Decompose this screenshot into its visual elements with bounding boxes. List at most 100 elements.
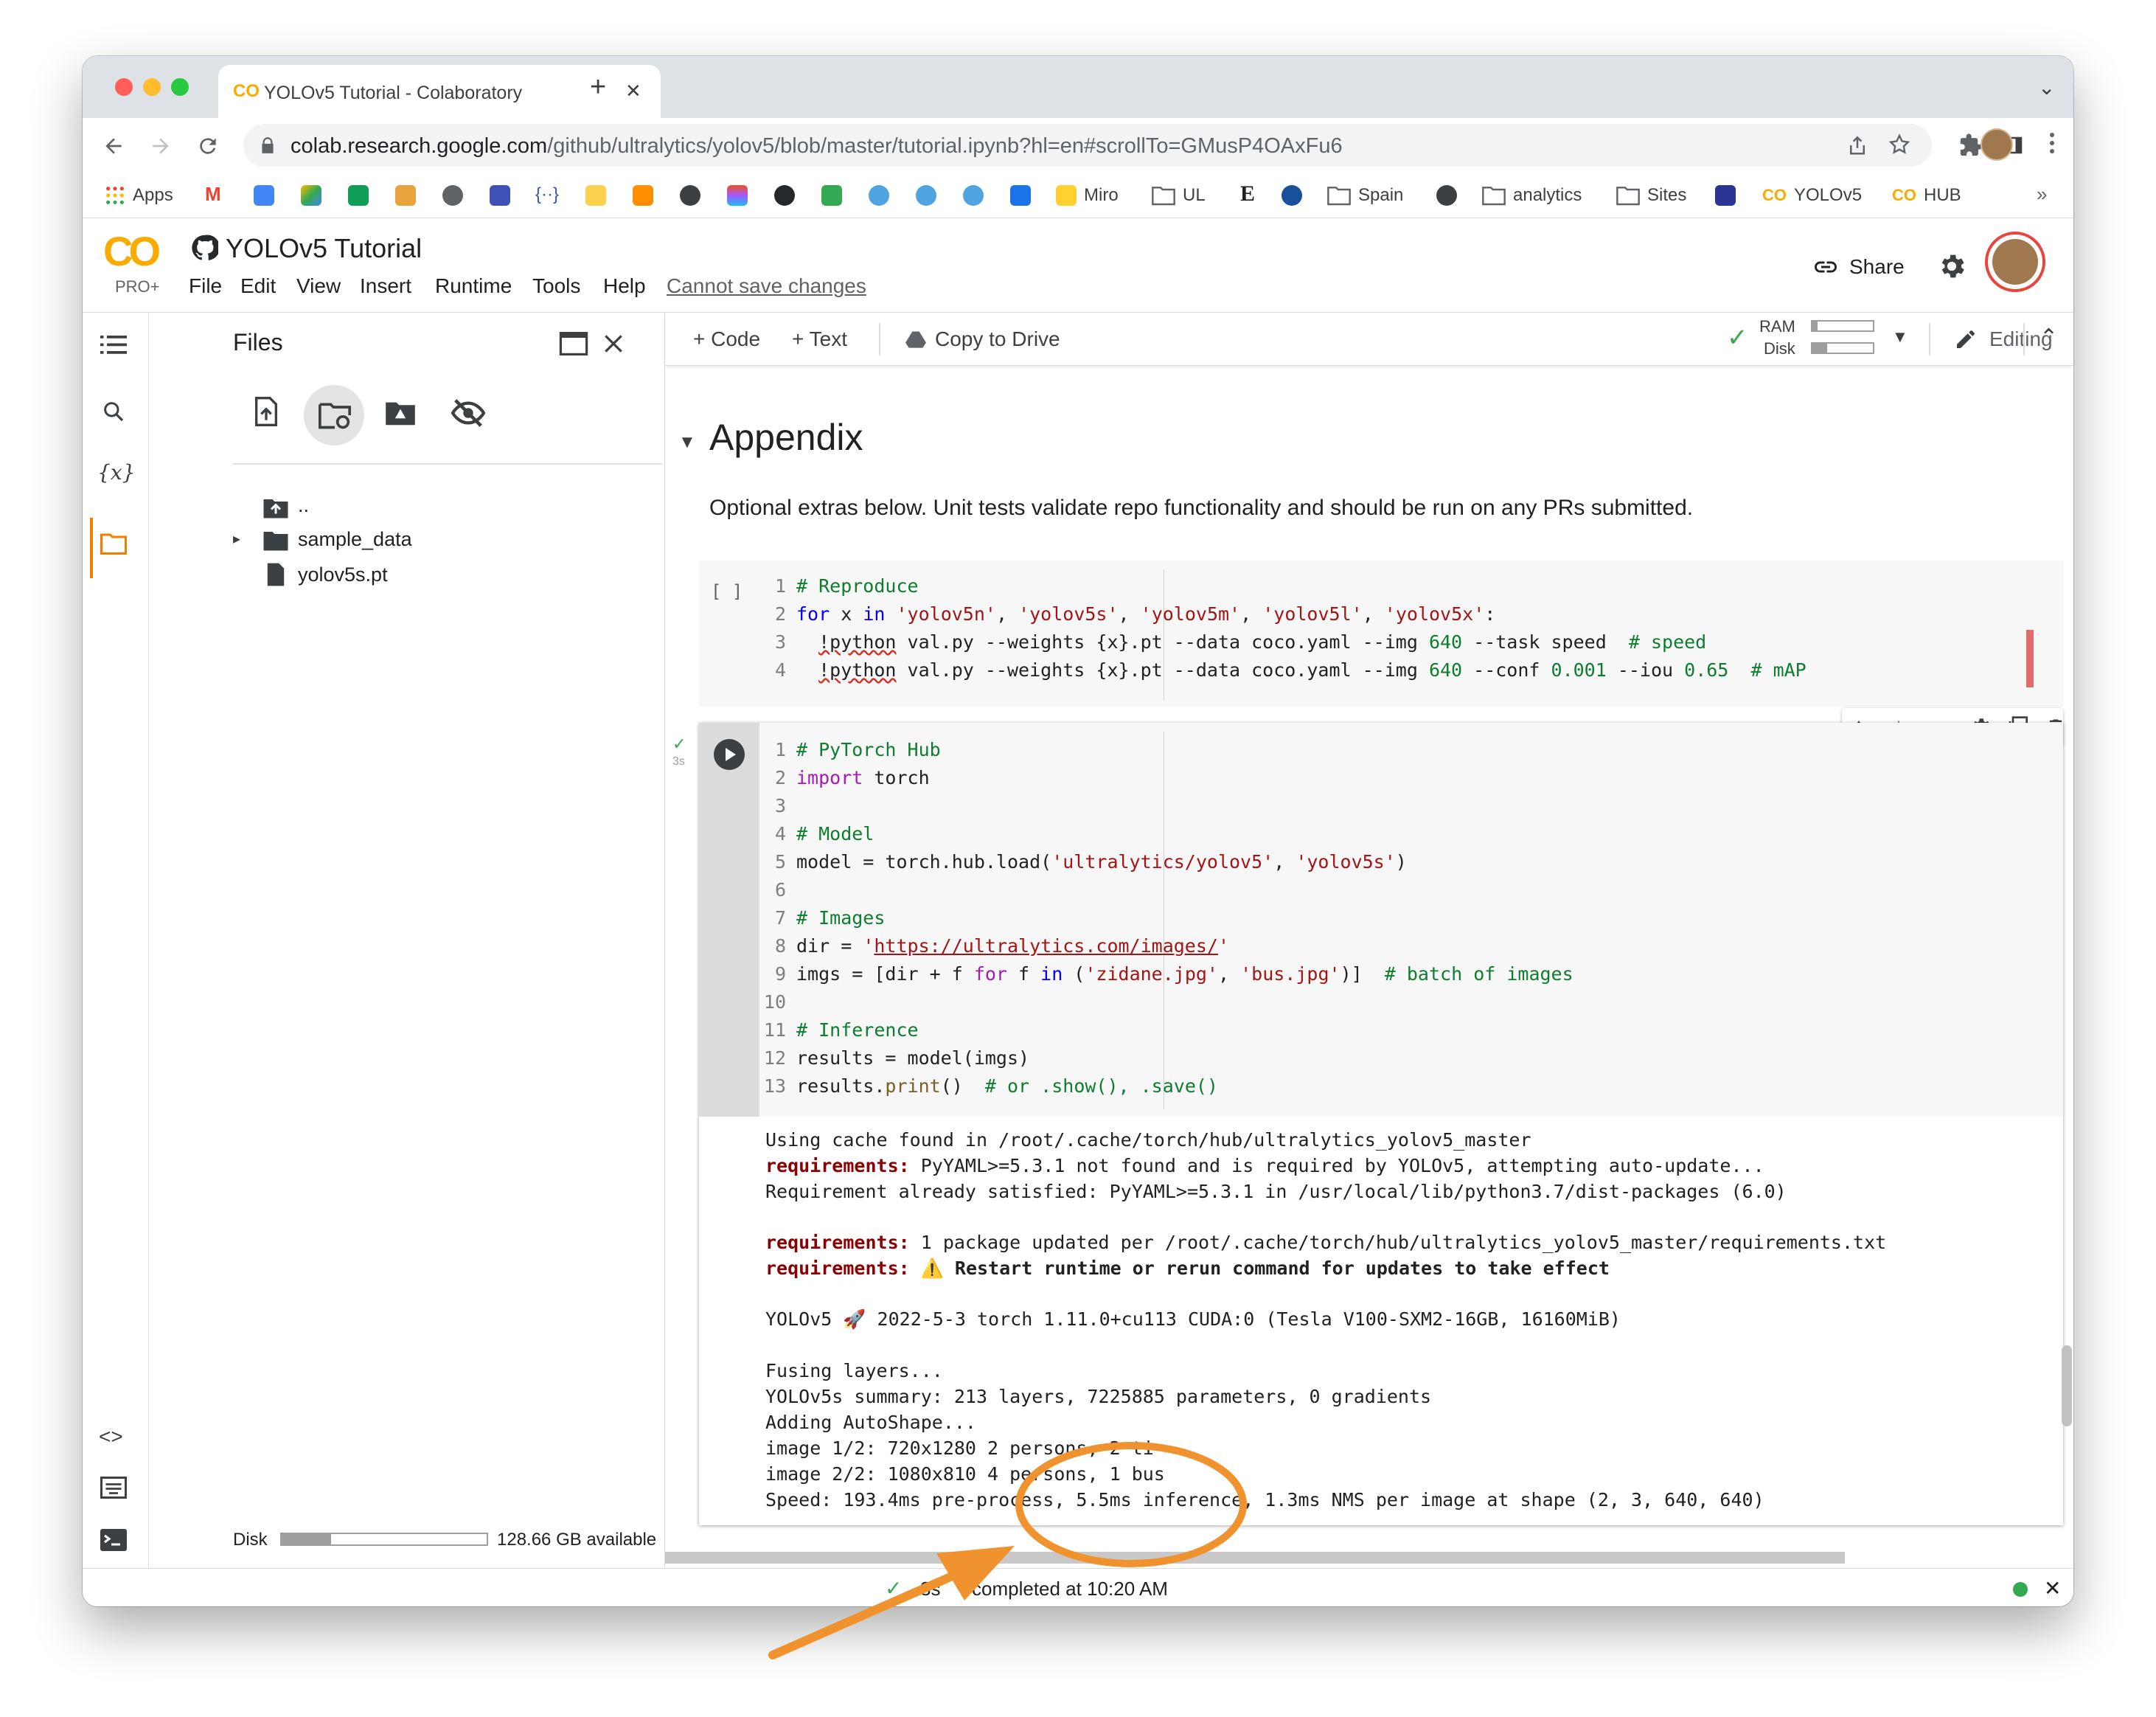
vertical-scrollbar-thumb[interactable]	[2062, 1345, 2072, 1426]
section-heading: Appendix	[709, 417, 863, 458]
figma-icon[interactable]	[727, 185, 748, 206]
expand-arrow-icon[interactable]: ▸	[233, 530, 240, 548]
close-window-button[interactable]	[115, 78, 133, 96]
reload-icon[interactable]	[196, 134, 220, 158]
menu-runtime[interactable]: Runtime	[435, 274, 512, 298]
file-item-parent[interactable]: ..	[298, 494, 309, 517]
package-icon[interactable]	[395, 185, 416, 206]
bookmark-spain[interactable]: Spain	[1327, 173, 1403, 218]
menu-tools[interactable]: Tools	[532, 274, 580, 298]
wave-icon-2[interactable]	[916, 185, 936, 206]
mount-drive-icon[interactable]	[383, 400, 417, 426]
globe-icon[interactable]	[1282, 185, 1302, 206]
close-panel-icon[interactable]	[602, 332, 625, 355]
menu-file[interactable]: File	[189, 274, 222, 298]
status-close-icon[interactable]: ✕	[2044, 1576, 2061, 1600]
settings-bookmark-icon[interactable]	[442, 185, 463, 206]
more-menu-icon[interactable]	[2050, 133, 2057, 153]
bookmark-apps[interactable]: Apps	[105, 173, 173, 218]
extensions-icon[interactable]	[1958, 133, 1983, 158]
copy-to-drive-button[interactable]: Copy to Drive	[935, 327, 1060, 351]
file-item-yolov5s[interactable]: yolov5s.pt	[298, 563, 388, 586]
command-palette-icon[interactable]	[100, 1477, 127, 1499]
runtime-dropdown-icon[interactable]: ▼	[1892, 327, 1908, 347]
wave-icon-1[interactable]	[869, 185, 889, 206]
profile-avatar[interactable]	[1981, 128, 2013, 161]
colab-logo[interactable]: CO	[103, 227, 161, 275]
github-icon[interactable]	[774, 185, 795, 206]
drive-icon[interactable]	[301, 185, 321, 206]
circle-bookmark-icon[interactable]	[1436, 185, 1457, 206]
ai-bookmark-icon[interactable]	[1715, 185, 1736, 206]
status-completed-text[interactable]: completed at 10:20 AM	[972, 1578, 1168, 1600]
toc-icon[interactable]	[100, 333, 127, 355]
minimize-window-button[interactable]	[143, 78, 161, 96]
close-tab-icon[interactable]: ✕	[625, 80, 641, 103]
ram-bar[interactable]	[1811, 320, 1874, 332]
bookmark-sites[interactable]: Sites	[1616, 173, 1686, 218]
menu-help[interactable]: Help	[603, 274, 646, 298]
menu-view[interactable]: View	[296, 274, 341, 298]
open-in-tab-icon[interactable]	[559, 332, 588, 355]
share-button[interactable]: Share	[1849, 255, 1905, 279]
add-text-button[interactable]: + Text	[792, 327, 847, 351]
flame-icon[interactable]	[633, 185, 653, 206]
dots-bookmark-icon[interactable]	[585, 185, 606, 206]
bookmark-hub[interactable]: CO HUB	[1892, 173, 1961, 218]
code-snippets-icon[interactable]: <>	[99, 1425, 123, 1449]
layout-icon[interactable]	[490, 185, 510, 206]
notebook-title[interactable]: YOLOv5 Tutorial	[226, 233, 422, 264]
address-bar[interactable]: colab.research.google.com/github/ultraly…	[243, 124, 1932, 167]
bookmark-ul[interactable]: UL	[1152, 173, 1206, 218]
link-bookmark-icon[interactable]	[1010, 185, 1031, 206]
settings-gear-icon[interactable]	[1936, 251, 1967, 282]
lock-icon[interactable]	[258, 136, 277, 155]
menu-edit[interactable]: Edit	[240, 274, 276, 298]
disk-bar[interactable]	[1811, 342, 1874, 354]
parent-folder-icon[interactable]	[262, 497, 289, 519]
bookmark-star-icon[interactable]	[1888, 133, 1911, 156]
upload-file-icon[interactable]	[254, 397, 279, 426]
url-text[interactable]: colab.research.google.com/github/ultraly…	[291, 134, 1343, 159]
wave-icon-3[interactable]	[963, 185, 984, 206]
cell-run-prompt[interactable]: [ ]	[711, 581, 743, 602]
bookmarks-overflow-icon[interactable]: »	[2037, 183, 2047, 206]
forward-icon[interactable]	[149, 134, 173, 158]
refresh-folder-button[interactable]	[304, 385, 364, 445]
economist-icon[interactable]: E	[1240, 181, 1255, 207]
sheets-icon[interactable]	[348, 185, 369, 206]
section-collapse-icon[interactable]: ▼	[678, 432, 696, 453]
cell-code[interactable]: 1 # Reproduce 2 for x in 'yolov5n', 'yolov…	[746, 572, 2044, 698]
file-icon	[267, 563, 285, 586]
search-icon[interactable]	[102, 400, 125, 423]
account-avatar[interactable]	[1985, 232, 2045, 292]
run-cell-button[interactable]	[714, 739, 745, 770]
bars-icon[interactable]	[821, 185, 842, 206]
folder-icon	[1152, 187, 1175, 206]
bookmark-analytics[interactable]: analytics	[1482, 173, 1582, 218]
cannot-save-link[interactable]: Cannot save changes	[667, 274, 866, 298]
code-cell-reproduce[interactable]: [ ] 1 # Reproduce 2 for x in 'yolov5n', 'y…	[699, 561, 2063, 707]
terminal-icon[interactable]	[100, 1528, 127, 1552]
menu-insert[interactable]: Insert	[360, 274, 411, 298]
add-code-button[interactable]: + Code	[693, 327, 760, 351]
gmail-icon[interactable]: M	[205, 183, 221, 206]
tab-search-chevron-icon[interactable]: ⌄	[2038, 75, 2055, 100]
zoom-window-button[interactable]	[171, 78, 189, 96]
back-icon[interactable]	[102, 134, 125, 158]
horizontal-scrollbar-thumb[interactable]	[665, 1552, 1845, 1564]
cell-code[interactable]: 1 # PyTorch Hub 2 import torch 3 4 # Model …	[746, 736, 2044, 1112]
calendar-icon[interactable]	[254, 185, 274, 206]
variables-icon[interactable]: {x}	[97, 460, 135, 485]
hide-files-icon[interactable]	[451, 398, 485, 428]
new-tab-button[interactable]: +	[590, 72, 606, 102]
file-item-sample-data[interactable]: sample_data	[298, 528, 412, 551]
code-cell-pytorch-hub[interactable]: 1 # PyTorch Hub 2 import torch 3 4 # Model …	[699, 723, 2063, 1525]
globe-dark-icon[interactable]	[680, 185, 700, 206]
folder-icon[interactable]	[100, 533, 127, 555]
bookmark-yolov5[interactable]: CO YOLOv5	[1762, 173, 1862, 218]
bookmark-miro[interactable]: Miro	[1056, 173, 1119, 218]
share-page-icon[interactable]	[1846, 134, 1868, 156]
collapse-header-icon[interactable]: ⌃	[2039, 325, 2058, 350]
variables-bookmark-icon[interactable]: {··}	[535, 184, 559, 205]
